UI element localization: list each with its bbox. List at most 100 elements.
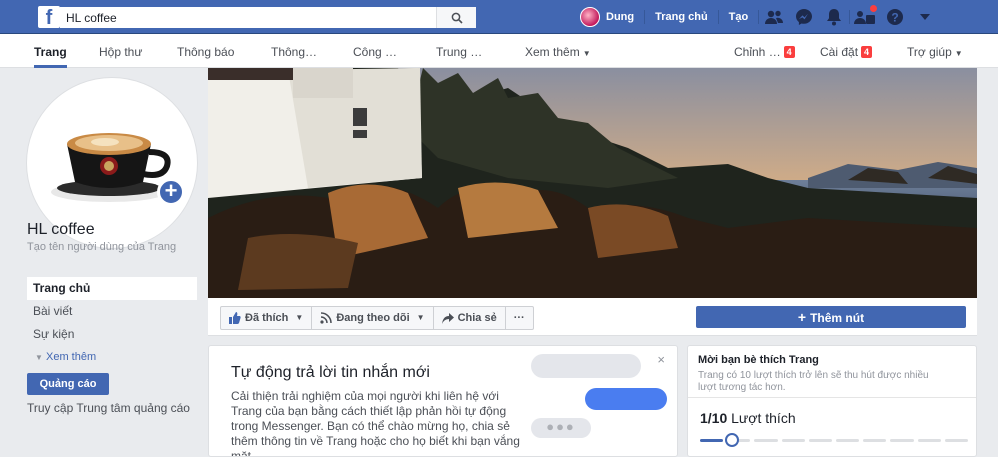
top-bar: f Dung Trang chủ Tạo ? [0,0,998,34]
tab-insights[interactable]: Thông… [271,34,317,68]
tab-tools[interactable]: Công … [353,34,397,68]
caret-down-icon: ▼ [582,49,591,58]
plus-icon: + [797,309,807,325]
see-more-label: Xem thêm [45,351,97,363]
add-button-label: Thêm nút [810,311,865,325]
left-nav: Trang chủ Bài viết Sự kiện ▼ Xem thêm [27,277,197,369]
rss-icon [320,312,333,324]
page-action-bar: Đã thích ▼ Đang theo dõi ▼ Chia sẻ ··· +… [208,298,977,336]
caret-down-icon: ▼ [416,313,425,322]
progress-segment [808,439,832,442]
profile-link[interactable]: Dung [570,0,644,34]
following-label: Đang theo dõi [336,312,410,324]
friends-icon [765,10,784,24]
page-nav: Trang Hộp thư Thông báo Thông… Công … Tr… [0,34,998,68]
typing-indicator-illustration: ●●● [531,418,591,438]
home-link[interactable]: Trang chủ [645,0,718,34]
more-options-button[interactable]: ··· [506,307,533,329]
tab-page[interactable]: Trang [34,34,67,68]
progress-segment [890,439,914,442]
help-button[interactable]: ? [880,0,910,34]
messenger-icon [796,9,813,25]
user-name: Dung [606,11,635,23]
create-link[interactable]: Tạo [719,0,759,34]
find-friends-button[interactable] [850,0,880,34]
add-button[interactable]: + Thêm nút [696,306,966,328]
chat-bubble-illustration [531,354,641,378]
lighthouse-landscape-image [208,68,977,298]
create-username-link[interactable]: Tạo tên người dùng của Trang [27,241,197,254]
tab-more-label: Xem thêm [525,45,580,59]
cover-photo[interactable] [208,68,977,298]
coffee-cup-image [31,82,193,244]
friend-requests-button[interactable] [759,0,789,34]
invite-description: Trang có 10 lượt thích trở lên sẽ thu hú… [698,370,929,393]
account-menu-button[interactable] [910,0,940,34]
search-box [60,7,476,28]
tab-notifications[interactable]: Thông báo [177,34,234,68]
action-buttons: Đã thích ▼ Đang theo dõi ▼ Chia sẻ ··· [220,306,534,330]
edit-badge: 4 [783,46,795,58]
thumbs-up-icon [229,312,241,324]
caret-down-icon: ▼ [35,353,43,362]
liked-button[interactable]: Đã thích ▼ [221,307,313,329]
bell-icon [827,9,842,26]
invite-title: Mời bạn bè thích Trang [698,354,819,366]
close-icon[interactable]: × [657,352,665,367]
auto-reply-title: Tự động trả lời tin nhắn mới [231,364,430,381]
likes-count: 1/10 Lượt thích [700,410,796,426]
top-nav: Dung Trang chủ Tạo ? [570,0,940,34]
help-label: Trợ giúp [907,45,952,59]
following-button[interactable]: Đang theo dõi ▼ [312,307,434,329]
messenger-button[interactable] [789,0,819,34]
auto-reply-body: Cải thiện trải nghiệm của mọi người khi … [231,389,520,457]
promote-button[interactable]: Quảng cáo [27,373,109,395]
svg-text:?: ? [892,11,899,25]
progress-segment [836,439,860,442]
progress-segment [863,439,887,442]
invite-header: Mời bạn bè thích Trang Trang có 10 lượt … [688,346,976,398]
invite-friends-card: Mời bạn bè thích Trang Trang có 10 lượt … [687,345,977,457]
tab-more[interactable]: Xem thêm ▼ [525,34,591,68]
edit-label: Chỉnh … [734,45,781,59]
question-icon: ? [887,9,904,25]
progress-segment [781,439,805,442]
progress-knob [725,433,740,447]
likes-label: Lượt thích [731,410,796,426]
nav-see-more[interactable]: ▼ Xem thêm [27,346,197,369]
progress-segment [917,439,941,442]
notifications-button[interactable] [819,0,849,34]
help-menu[interactable]: Trợ giúp ▼ [907,34,963,68]
settings-label: Cài đặt [820,45,859,59]
likes-value: 1/10 [700,410,728,426]
caret-down-icon [920,14,931,20]
progress-segment [944,439,968,442]
nav-posts[interactable]: Bài viết [27,300,197,323]
likes-progress-bar [700,433,968,447]
page-name[interactable]: HL coffee [27,221,95,239]
tab-center[interactable]: Trung … [436,34,482,68]
settings-badge: 4 [861,46,873,58]
add-photo-button[interactable]: + [157,178,185,206]
chat-bubble-illustration [585,388,667,410]
auto-reply-card: Tự động trả lời tin nhắn mới Cải thiện t… [208,345,678,457]
progress-segment [754,439,778,442]
nav-home[interactable]: Trang chủ [27,277,197,300]
search-input[interactable] [60,7,440,28]
progress-segment [700,439,724,442]
avatar [580,7,600,27]
ads-center-link[interactable]: Truy cập Trung tâm quảng cáo [27,402,197,415]
settings-link[interactable]: Cài đặt 4 [820,34,873,68]
share-icon [441,312,454,324]
liked-label: Đã thích [245,312,289,324]
edit-page-info-link[interactable]: Chỉnh … 4 [734,34,795,68]
search-icon [451,12,463,24]
facebook-logo[interactable]: f [38,6,60,28]
search-button[interactable] [436,7,476,28]
tab-inbox[interactable]: Hộp thư [99,34,142,68]
nav-events[interactable]: Sự kiện [27,323,197,346]
caret-down-icon: ▼ [954,49,963,58]
share-label: Chia sẻ [457,312,497,324]
caret-down-icon: ▼ [295,313,304,322]
share-button[interactable]: Chia sẻ [434,307,506,329]
